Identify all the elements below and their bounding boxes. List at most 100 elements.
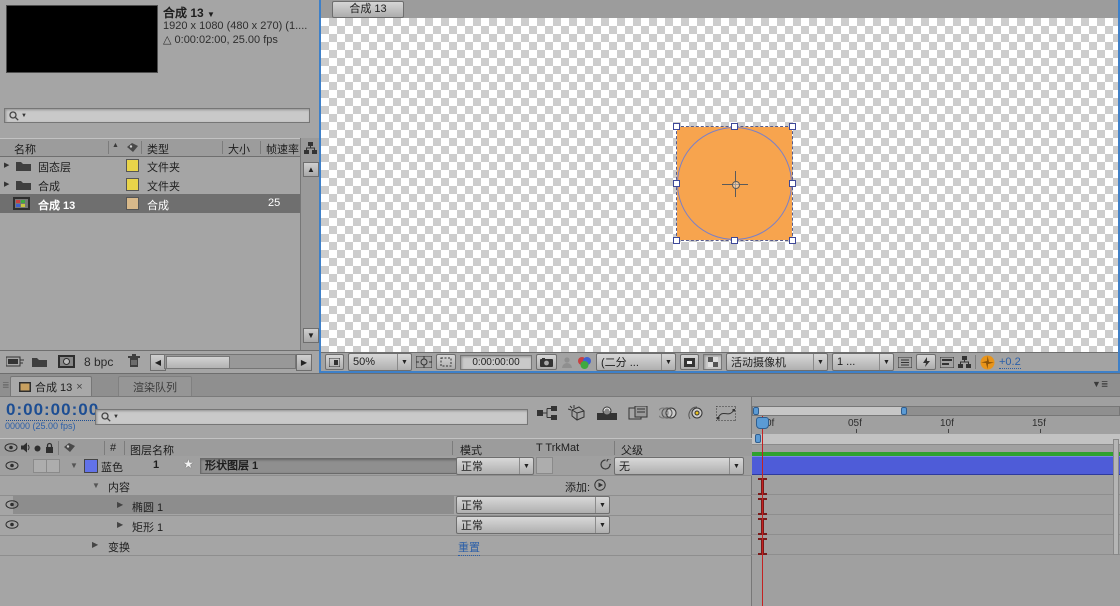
shape-layer-square[interactable] bbox=[677, 127, 792, 240]
bit-depth-button[interactable]: 8 bpc bbox=[84, 355, 113, 369]
rectangle-label[interactable]: 矩形 1 bbox=[132, 519, 163, 535]
layer-mode-dropdown[interactable]: 正常▼ bbox=[456, 457, 534, 475]
time-ruler[interactable]: 0f 05f 10f 15f bbox=[752, 416, 1120, 435]
h-scrollbar-track[interactable] bbox=[164, 354, 296, 369]
expand-arrow-icon[interactable]: ▶ bbox=[4, 161, 9, 169]
scroll-down-icon[interactable]: ▼ bbox=[303, 328, 319, 343]
tab-render-queue[interactable]: 渲染队列 bbox=[118, 376, 192, 396]
column-number[interactable]: # bbox=[110, 442, 116, 454]
audio-toggle-cell[interactable] bbox=[33, 459, 47, 473]
snapshot-camera-icon[interactable] bbox=[536, 354, 557, 370]
selection-handle[interactable] bbox=[789, 237, 796, 244]
project-item-comps-folder[interactable]: ▶ 合成 文件夹 bbox=[0, 175, 300, 194]
motion-blur-icon[interactable] bbox=[659, 406, 677, 420]
work-area-bar[interactable] bbox=[752, 434, 1120, 445]
label-column-icon[interactable] bbox=[63, 442, 76, 453]
current-time-display[interactable]: 0:00:00:00 bbox=[6, 400, 99, 421]
twirl-down-icon[interactable]: ▼ bbox=[70, 461, 78, 470]
show-snapshot-icon[interactable] bbox=[561, 356, 573, 368]
column-type[interactable]: 类型 bbox=[147, 141, 169, 157]
magnification-dropdown[interactable]: 50%▼ bbox=[348, 353, 412, 371]
comp-mini-flowchart-icon[interactable] bbox=[537, 406, 557, 420]
current-time-indicator-head[interactable] bbox=[756, 417, 769, 429]
label-swatch[interactable] bbox=[126, 178, 139, 191]
layer-row-shape-layer-1[interactable]: ▼ 蓝色 1 ★ 形状图层 1 正常▼ 无▼ bbox=[0, 456, 752, 476]
eye-icon[interactable] bbox=[5, 520, 19, 529]
show-channels-icon[interactable] bbox=[577, 356, 592, 369]
project-item-solids[interactable]: ▶ 固态层 文件夹 bbox=[0, 156, 300, 175]
resolution-dropdown[interactable]: (二分 ...▼ bbox=[596, 353, 676, 371]
camera-view-dropdown[interactable]: 活动摄像机▼ bbox=[726, 353, 828, 371]
ellipse-mode-dropdown[interactable]: 正常▼ bbox=[456, 496, 610, 514]
navigator-handle-left[interactable] bbox=[753, 407, 759, 415]
frame-blending-icon[interactable] bbox=[628, 406, 648, 421]
expand-arrow-icon[interactable]: ▶ bbox=[4, 180, 9, 188]
viewer-timecode[interactable]: 0:00:00:00 bbox=[460, 355, 532, 370]
pixel-aspect-correction-icon[interactable] bbox=[898, 357, 912, 368]
shy-layers-icon[interactable] bbox=[597, 406, 617, 420]
viewer-tab-comp13[interactable]: 合成 13 bbox=[332, 1, 404, 18]
scroll-right-icon[interactable]: ▶ bbox=[296, 354, 312, 371]
h-scrollbar-thumb[interactable] bbox=[166, 356, 230, 369]
safe-margins-icon[interactable] bbox=[416, 356, 432, 368]
panel-grip-icon[interactable]: ≣ bbox=[2, 380, 10, 391]
navigator-view-region[interactable] bbox=[753, 407, 906, 415]
region-of-interest-icon[interactable] bbox=[436, 354, 456, 370]
layer-name-field[interactable]: 形状图层 1 bbox=[200, 458, 459, 474]
selection-handle[interactable] bbox=[673, 180, 680, 187]
column-name[interactable]: 名称 bbox=[14, 141, 36, 157]
transparency-grid-icon[interactable] bbox=[703, 354, 722, 370]
tab-comp13[interactable]: 合成 13 × bbox=[10, 376, 92, 396]
search-options-icon[interactable]: ▼ bbox=[21, 113, 27, 119]
ellipse-group-row[interactable]: ▶ 椭圆 1 正常▼ bbox=[0, 495, 752, 516]
panel-menu-icon[interactable]: ▼≣ bbox=[1092, 379, 1108, 390]
new-composition-icon[interactable] bbox=[58, 355, 75, 368]
rectangle-group-row[interactable]: ▶ 矩形 1 正常▼ bbox=[0, 515, 752, 536]
twirl-down-icon[interactable]: ▼ bbox=[92, 481, 100, 490]
add-shape-icon[interactable] bbox=[594, 479, 606, 491]
exposure-aperture-icon[interactable] bbox=[980, 355, 995, 370]
column-fps[interactable]: 帧速率 bbox=[266, 141, 299, 157]
interpret-footage-icon[interactable] bbox=[6, 355, 24, 368]
eye-icon[interactable] bbox=[5, 500, 19, 509]
navigator-handle-right[interactable] bbox=[901, 407, 907, 415]
composition-canvas[interactable] bbox=[321, 18, 1118, 352]
selection-handle[interactable] bbox=[673, 237, 680, 244]
layer-label-swatch[interactable] bbox=[84, 459, 98, 473]
always-preview-icon[interactable] bbox=[325, 354, 344, 370]
label-swatch[interactable] bbox=[126, 159, 139, 172]
transform-label[interactable]: 变换 bbox=[108, 539, 130, 555]
chevron-down-icon[interactable]: ▼ bbox=[207, 10, 215, 19]
selection-handle[interactable] bbox=[673, 123, 680, 130]
draft-3d-icon[interactable] bbox=[568, 405, 586, 421]
close-icon[interactable]: × bbox=[76, 381, 82, 393]
eye-icon[interactable] bbox=[5, 461, 19, 470]
layer-duration-bar[interactable] bbox=[752, 456, 1120, 475]
trkmat-cell[interactable] bbox=[536, 457, 553, 474]
graph-editor-icon[interactable] bbox=[716, 406, 736, 421]
project-item-comp13[interactable]: 合成 13 合成 25 bbox=[0, 194, 300, 213]
work-area-start-handle[interactable] bbox=[755, 434, 761, 443]
auto-keyframe-icon[interactable] bbox=[688, 406, 705, 421]
project-search-input[interactable]: ▼ bbox=[4, 108, 310, 123]
flowchart-icon[interactable] bbox=[304, 142, 317, 155]
parent-dropdown[interactable]: 无▼ bbox=[614, 457, 744, 475]
comp-flowchart-icon[interactable] bbox=[958, 356, 971, 369]
twirl-right-icon[interactable]: ▶ bbox=[117, 520, 123, 529]
label-swatch[interactable] bbox=[126, 197, 139, 210]
selection-handle[interactable] bbox=[731, 123, 738, 130]
solo-toggle-cell[interactable] bbox=[46, 459, 60, 473]
pickwhip-icon[interactable] bbox=[600, 459, 611, 470]
selection-handle[interactable] bbox=[789, 180, 796, 187]
fast-previews-icon[interactable] bbox=[916, 354, 936, 370]
column-size[interactable]: 大小 bbox=[228, 141, 250, 157]
scroll-up-icon[interactable]: ▲ bbox=[303, 162, 319, 177]
timeline-toggle-icon[interactable] bbox=[940, 357, 954, 368]
timeline-navigator-track[interactable] bbox=[752, 406, 1120, 416]
contents-group-row[interactable]: ▼ 内容 添加: bbox=[0, 475, 752, 496]
ellipse-label[interactable]: 椭圆 1 bbox=[132, 499, 163, 515]
exposure-value[interactable]: +0.2 bbox=[999, 356, 1021, 369]
view-layout-dropdown[interactable]: 1 ...▼ bbox=[832, 353, 894, 371]
new-folder-icon[interactable] bbox=[32, 356, 47, 367]
search-options-icon[interactable]: ▼ bbox=[113, 414, 119, 420]
